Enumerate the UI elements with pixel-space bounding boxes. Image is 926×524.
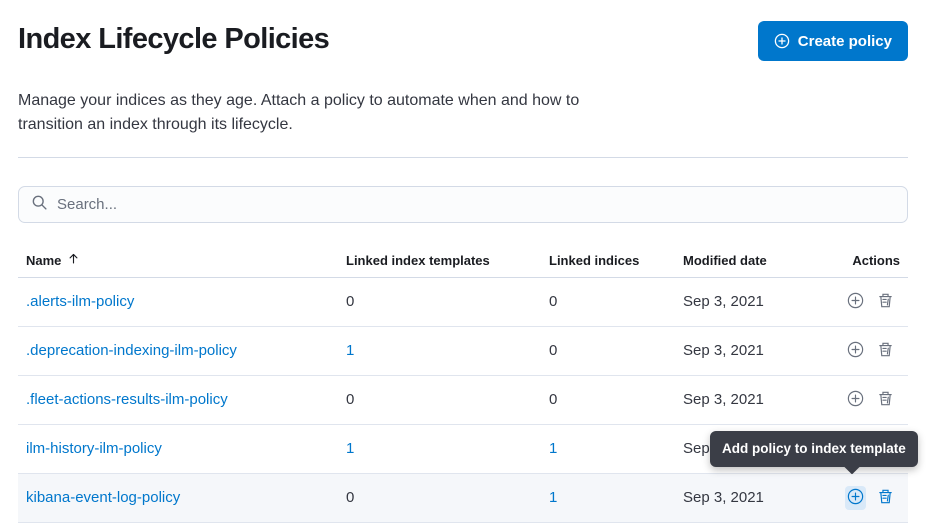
- trash-icon: [877, 488, 894, 508]
- column-header-linked-index-templates[interactable]: Linked index templates: [338, 244, 541, 277]
- add-policy-to-template-button[interactable]: [845, 388, 866, 412]
- tooltip-text: Add policy to index template: [722, 441, 906, 456]
- policy-name-link[interactable]: kibana-event-log-policy: [26, 489, 180, 506]
- policy-name-link[interactable]: .alerts-ilm-policy: [26, 293, 134, 310]
- row-actions: [845, 486, 900, 510]
- policy-name-link[interactable]: ilm-history-ilm-policy: [26, 440, 162, 457]
- plus-in-circle-icon: [847, 390, 864, 410]
- delete-policy-button[interactable]: [875, 339, 896, 363]
- create-policy-button[interactable]: Create policy: [758, 21, 908, 61]
- policy-name-link[interactable]: .fleet-actions-results-ilm-policy: [26, 391, 228, 408]
- linked-indices-value: 0: [549, 391, 557, 408]
- column-header-linked-indices[interactable]: Linked indices: [541, 244, 675, 277]
- row-actions: [845, 339, 900, 363]
- page-title: Index Lifecycle Policies: [18, 20, 329, 58]
- plus-in-circle-icon: [847, 341, 864, 361]
- search-box[interactable]: [18, 186, 908, 223]
- linked-templates-value[interactable]: 1: [346, 440, 354, 457]
- delete-policy-button[interactable]: [875, 486, 896, 510]
- linked-templates-value: 0: [346, 293, 354, 310]
- sort-ascending-arrow-icon: [67, 252, 80, 268]
- linked-templates-value: 0: [346, 489, 354, 506]
- modified-date-value: Sep 3, 2021: [683, 293, 764, 310]
- row-actions: [845, 290, 900, 314]
- policies-table: Name Linked index templates Linked indic…: [18, 244, 908, 523]
- modified-date-value: Sep 3, 2021: [683, 391, 764, 408]
- linked-templates-value[interactable]: 1: [346, 342, 354, 359]
- search-input[interactable]: [57, 196, 895, 213]
- column-header-name-label: Name: [26, 253, 61, 268]
- linked-indices-value[interactable]: 1: [549, 489, 557, 506]
- delete-policy-button[interactable]: [875, 290, 896, 314]
- plus-in-circle-icon: [847, 488, 864, 508]
- index-lifecycle-policies-page: Index Lifecycle Policies Create policy M…: [0, 0, 926, 524]
- modified-date-value: Sep 3, 2021: [683, 342, 764, 359]
- linked-indices-value[interactable]: 1: [549, 440, 557, 457]
- table-header-row: Name Linked index templates Linked indic…: [18, 244, 908, 277]
- policy-table-row: .fleet-actions-results-ilm-policy 0 0 Se…: [18, 375, 908, 424]
- plus-in-circle-icon: [847, 292, 864, 312]
- create-policy-button-label: Create policy: [798, 33, 892, 50]
- row-actions: [845, 388, 900, 412]
- modified-date-value: Sep 3, 2021: [683, 489, 764, 506]
- policy-table-row: .deprecation-indexing-ilm-policy 1 0 Sep…: [18, 326, 908, 375]
- search-icon: [31, 194, 48, 216]
- linked-indices-value: 0: [549, 293, 557, 310]
- trash-icon: [877, 341, 894, 361]
- policy-table-row: .alerts-ilm-policy 0 0 Sep 3, 2021: [18, 277, 908, 326]
- policy-table-row: kibana-event-log-policy 0 1 Sep 3, 2021: [18, 473, 908, 522]
- add-policy-to-template-button[interactable]: [845, 290, 866, 314]
- linked-templates-value: 0: [346, 391, 354, 408]
- add-policy-to-template-button[interactable]: [845, 486, 866, 510]
- linked-indices-value: 0: [549, 342, 557, 359]
- plus-in-circle-icon: [774, 33, 790, 49]
- add-policy-to-template-button[interactable]: [845, 339, 866, 363]
- page-header: Index Lifecycle Policies Create policy: [0, 0, 926, 61]
- policy-name-link[interactable]: .deprecation-indexing-ilm-policy: [26, 342, 237, 359]
- page-description: Manage your indices as they age. Attach …: [18, 89, 583, 137]
- trash-icon: [877, 292, 894, 312]
- trash-icon: [877, 390, 894, 410]
- delete-policy-button[interactable]: [875, 388, 896, 412]
- tooltip: Add policy to index template: [710, 431, 918, 467]
- column-header-modified-date[interactable]: Modified date: [675, 244, 837, 277]
- section-divider: [18, 157, 908, 158]
- column-header-name[interactable]: Name: [18, 244, 338, 277]
- column-header-actions: Actions: [837, 244, 908, 277]
